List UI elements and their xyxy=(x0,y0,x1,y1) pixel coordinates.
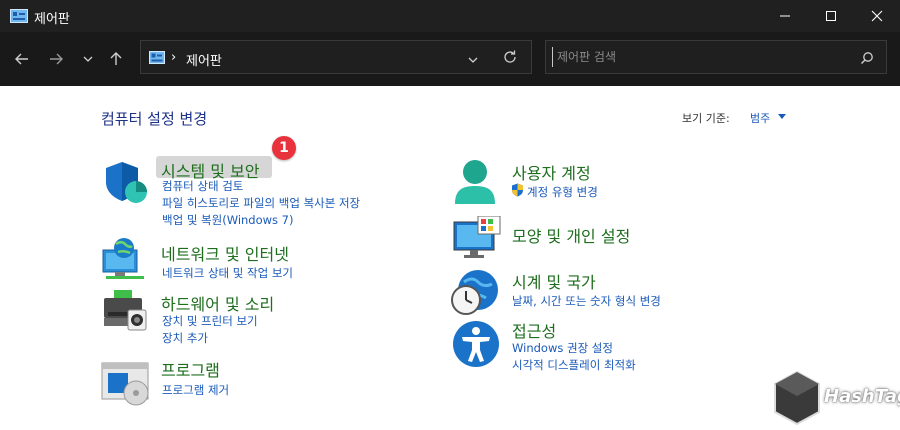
link-devices-printers[interactable]: 장치 및 프린터 보기 xyxy=(162,313,258,329)
uac-shield-icon xyxy=(512,183,523,197)
forward-button[interactable] xyxy=(44,47,68,71)
category-appearance-personalization[interactable]: 모양 및 개인 설정 xyxy=(512,223,630,247)
search-box[interactable] xyxy=(545,40,887,74)
close-button[interactable] xyxy=(854,0,900,32)
address-bar[interactable]: › 제어판 xyxy=(140,40,532,74)
maximize-button[interactable] xyxy=(808,0,854,32)
appearance-icon[interactable] xyxy=(452,216,502,260)
hashtag-logo-icon xyxy=(774,370,820,426)
link-backup-restore[interactable]: 백업 및 복원(Windows 7) xyxy=(162,212,294,228)
link-add-device[interactable]: 장치 추가 xyxy=(162,330,208,346)
search-input[interactable] xyxy=(552,47,842,67)
link-review-status[interactable]: 컴퓨터 상태 검토 xyxy=(162,178,243,194)
minimize-icon xyxy=(780,15,790,17)
view-by-label: 보기 기준: xyxy=(682,112,730,125)
category-ease-of-access[interactable]: 접근성 xyxy=(512,318,556,342)
arrow-left-icon xyxy=(15,53,28,65)
breadcrumb-item[interactable]: 제어판 xyxy=(186,50,222,69)
clock-globe-icon[interactable] xyxy=(450,268,502,318)
control-panel-icon xyxy=(10,9,28,23)
step-badge: 1 xyxy=(272,136,296,160)
arrow-right-icon xyxy=(50,53,63,65)
refresh-button[interactable] xyxy=(502,49,518,69)
watermark-text: HashTag xyxy=(824,386,900,407)
link-uninstall-program[interactable]: 프로그램 제거 xyxy=(162,382,229,398)
search-icon xyxy=(861,52,873,64)
control-panel-content: 컴퓨터 설정 변경 보기 기준: 범주 시스템 및 보안 1 컴퓨터 상태 검토… xyxy=(0,86,900,430)
category-hardware-sound[interactable]: 하드웨어 및 소리 xyxy=(161,291,274,315)
shield-icon[interactable] xyxy=(102,158,150,206)
link-change-date-time-format[interactable]: 날짜, 시간 또는 숫자 형식 변경 xyxy=(512,293,661,309)
category-user-accounts[interactable]: 사용자 계정 xyxy=(512,160,591,184)
link-network-status[interactable]: 네트워크 상태 및 작업 보기 xyxy=(162,265,293,281)
link-windows-recommended-settings[interactable]: Windows 권장 설정 xyxy=(512,340,613,356)
minimize-button[interactable] xyxy=(762,0,808,32)
link-change-account-type[interactable]: 계정 유형 변경 xyxy=(527,184,598,200)
chevron-down-icon xyxy=(468,57,478,63)
search-button[interactable] xyxy=(860,50,874,69)
network-icon[interactable] xyxy=(100,236,150,284)
maximize-icon xyxy=(826,11,836,21)
recent-locations-button[interactable] xyxy=(76,47,100,71)
link-optimize-visual-display[interactable]: 시각적 디스플레이 최적화 xyxy=(512,357,636,373)
programs-icon[interactable] xyxy=(100,361,152,407)
chevron-down-icon xyxy=(83,56,93,62)
breadcrumb-separator: › xyxy=(171,50,177,65)
control-panel-icon xyxy=(149,51,165,64)
hashtag-watermark: HashTag xyxy=(772,370,900,430)
arrow-up-icon xyxy=(110,52,122,65)
refresh-icon xyxy=(504,50,516,63)
user-accounts-icon[interactable] xyxy=(452,158,498,208)
address-dropdown-button[interactable] xyxy=(467,51,479,70)
category-programs[interactable]: 프로그램 xyxy=(161,357,220,381)
close-icon xyxy=(871,10,883,22)
printer-icon[interactable] xyxy=(100,286,150,334)
page-title: 컴퓨터 설정 변경 xyxy=(101,110,208,128)
link-file-history[interactable]: 파일 히스토리로 파일의 백업 복사본 저장 xyxy=(162,195,360,211)
back-button[interactable] xyxy=(10,47,34,71)
up-button[interactable] xyxy=(104,47,128,71)
category-clock-region[interactable]: 시계 및 국가 xyxy=(512,269,596,293)
navigation-bar: › 제어판 xyxy=(0,32,900,86)
accessibility-icon[interactable] xyxy=(452,320,500,368)
category-network-internet[interactable]: 네트워크 및 인터넷 xyxy=(161,241,289,265)
caret-down-icon[interactable] xyxy=(778,114,786,119)
title-bar: 제어판 xyxy=(0,0,900,32)
view-by-dropdown[interactable]: 범주 xyxy=(750,110,770,126)
window-title: 제어판 xyxy=(34,12,70,27)
